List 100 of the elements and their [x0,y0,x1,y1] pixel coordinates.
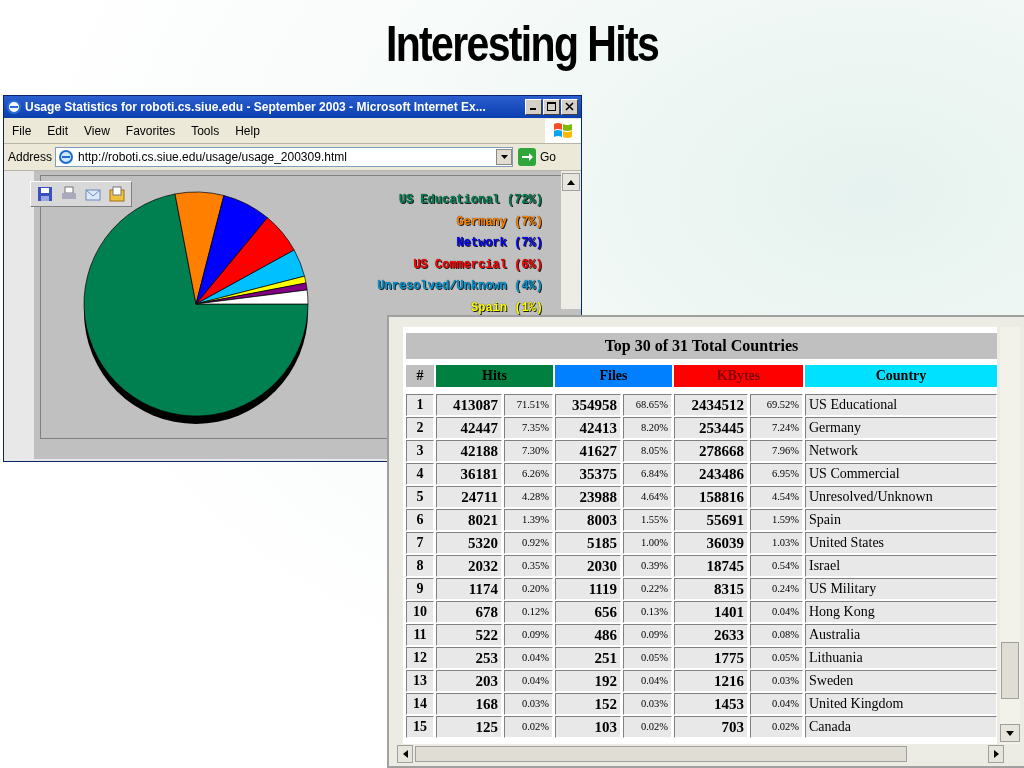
table-cell: 354958 [555,394,621,416]
table-cell: 13 [406,670,434,692]
table-cell: 42447 [436,417,502,439]
table-cell: 1119 [555,578,621,600]
table-cell: 2434512 [674,394,748,416]
right-arrow-icon[interactable] [993,750,999,758]
table-cell: 0.03% [504,693,553,715]
table-cell: 0.05% [750,647,803,669]
scrollbar-thumb[interactable] [415,746,907,762]
table-cell: 0.20% [504,578,553,600]
table-cell: 0.22% [623,578,672,600]
table-cell: 41627 [555,440,621,462]
table-cell: 18745 [674,555,748,577]
up-arrow-icon[interactable] [567,179,575,185]
table-cell: 0.02% [623,716,672,738]
table-cell: 168 [436,693,502,715]
table-cell: US Military [805,578,997,600]
table-cell: 413087 [436,394,502,416]
table-cell: 0.09% [504,624,553,646]
address-field[interactable]: http://roboti.cs.siue.edu/usage/usage_200309.html [55,147,514,168]
menu-item[interactable]: File [12,123,32,138]
table-cell: 4.28% [504,486,553,508]
caret-icon [500,155,508,160]
table-cell: US Commercial [805,463,997,485]
column-header: Hits [436,365,553,387]
legend-label: US Educational (72%) [398,192,543,209]
table-cell: United States [805,532,997,554]
close-button[interactable] [561,98,578,115]
table-cell: 0.04% [623,670,672,692]
table-cell: 1174 [436,578,502,600]
table-cell: United Kingdom [805,693,997,715]
table-cell: 71.51% [504,394,553,416]
maximize-button[interactable] [543,98,560,115]
table-cell: US Educational [805,394,997,416]
minimize-button[interactable] [525,98,542,115]
table-cell: 486 [555,624,621,646]
table-cell: 6.26% [504,463,553,485]
table-cell: 4 [406,463,434,485]
table-cell: 678 [436,601,502,623]
table-cell: 703 [674,716,748,738]
column-header: # [406,365,434,387]
table-cell: 203 [436,670,502,692]
legend-label: Unresolved/Unknown (4%) [377,278,543,295]
left-arrow-icon[interactable] [402,750,408,758]
table-cell: 7 [406,532,434,554]
table-cell: 0.03% [623,693,672,715]
table-cell: 1775 [674,647,748,669]
table-cell: Israel [805,555,997,577]
table-cell: 42413 [555,417,621,439]
column-header: KBytes [674,365,803,387]
column-header: Country [805,365,997,387]
table-cell: 158816 [674,486,748,508]
table-cell: Australia [805,624,997,646]
menu-item[interactable]: Favorites [125,123,176,138]
legend-label: Germany (7%) [456,213,543,230]
table-cell: 23988 [555,486,621,508]
table-cell: 9 [406,578,434,600]
go-button[interactable]: Go [516,148,559,167]
table-cell: 1.55% [623,509,672,531]
table-cell: 11 [406,624,434,646]
table-cell: 0.04% [750,693,803,715]
table-cell: 69.52% [750,394,803,416]
table-cell: 243486 [674,463,748,485]
folder-icon[interactable] [109,186,125,202]
menu-item[interactable]: Tools [191,123,220,138]
table-cell: 7.96% [750,440,803,462]
table-cell: 36039 [674,532,748,554]
table-cell: 15 [406,716,434,738]
table-cell: 3 [406,440,434,462]
table-cell: 0.13% [623,601,672,623]
table-cell: Lithuania [805,647,997,669]
save-icon[interactable] [37,186,53,202]
menu-item[interactable]: View [84,123,110,138]
table-cell: 7.24% [750,417,803,439]
menu-item[interactable]: Edit [47,123,69,138]
table-cell: 1453 [674,693,748,715]
table-cell: 6.95% [750,463,803,485]
table-cell: Canada [805,716,997,738]
table-cell: 36181 [436,463,502,485]
down-arrow-icon[interactable] [1006,730,1014,736]
table-cell: 1.39% [504,509,553,531]
table-cell: 1.59% [750,509,803,531]
table-cell: 35375 [555,463,621,485]
table-cell: 68.65% [623,394,672,416]
table-cell: 0.02% [750,716,803,738]
table-cell: 10 [406,601,434,623]
scrollbar-thumb[interactable] [1001,642,1019,699]
table-cell: 6.84% [623,463,672,485]
table-cell: 103 [555,716,621,738]
scrollbar[interactable] [561,171,581,309]
table-cell: 8.20% [623,417,672,439]
column-header: Files [555,365,672,387]
table-cell: 253445 [674,417,748,439]
table-cell: 5320 [436,532,502,554]
table-cell: 2032 [436,555,502,577]
menu-item[interactable]: Help [235,123,260,138]
table-cell: Germany [805,417,997,439]
browser-icon [7,99,21,114]
dropdown-button[interactable] [496,149,513,166]
scrollbar[interactable] [1000,327,1020,744]
